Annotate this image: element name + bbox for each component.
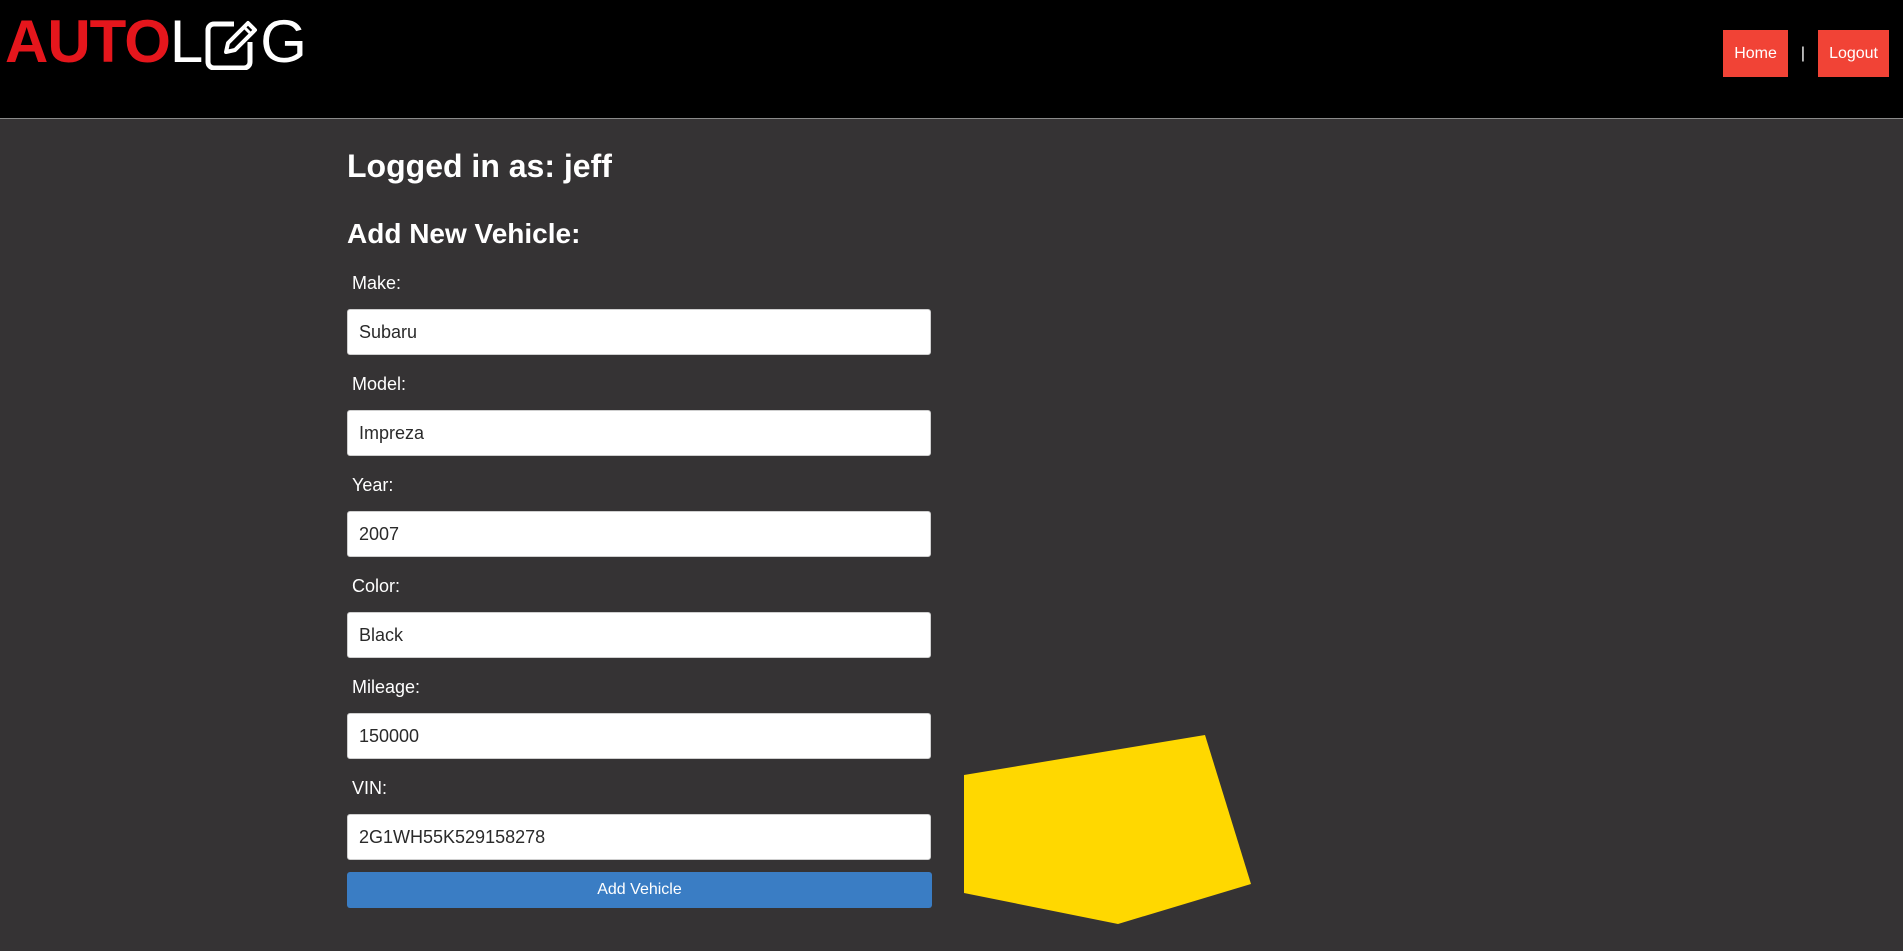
year-input[interactable] <box>347 511 931 557</box>
add-vehicle-button[interactable]: Add Vehicle <box>347 872 932 908</box>
mileage-field-group: Mileage: <box>347 676 932 759</box>
mileage-label: Mileage: <box>352 677 421 697</box>
nav-separator: | <box>1800 44 1806 62</box>
vin-field-group: VIN: <box>347 777 932 860</box>
vin-input[interactable] <box>347 814 931 860</box>
year-label: Year: <box>352 475 394 495</box>
color-input[interactable] <box>347 612 931 658</box>
top-nav: Home | Logout <box>1723 30 1889 77</box>
logged-in-heading: Logged in as: jeff <box>347 148 612 184</box>
mileage-input[interactable] <box>347 713 931 759</box>
model-field-group: Model: <box>347 373 932 456</box>
add-vehicle-form: Make: Model: Year: Color: Mileage: VIN: … <box>347 272 932 908</box>
main-content: Logged in as: jeff Add New Vehicle: Make… <box>347 118 932 908</box>
color-label: Color: <box>352 576 401 596</box>
logo-text-l: L <box>169 8 203 75</box>
autolog-logo[interactable]: AUTO L G <box>5 8 307 75</box>
yellow-marker-shape <box>964 735 1251 924</box>
site-header: AUTO L G Home | Logout <box>0 0 1903 119</box>
logo-text-g: G <box>260 8 307 75</box>
logout-button[interactable]: Logout <box>1818 30 1889 77</box>
make-label: Make: <box>352 273 402 293</box>
model-input[interactable] <box>347 410 931 456</box>
color-field-group: Color: <box>347 575 932 658</box>
logo-text-auto: AUTO <box>5 8 171 75</box>
model-label: Model: <box>352 374 407 394</box>
make-field-group: Make: <box>347 272 932 355</box>
vin-label: VIN: <box>352 778 388 798</box>
form-title: Add New Vehicle: <box>347 218 581 249</box>
make-input[interactable] <box>347 309 931 355</box>
edit-square-icon <box>204 14 258 71</box>
year-field-group: Year: <box>347 474 932 557</box>
home-button[interactable]: Home <box>1723 30 1788 77</box>
